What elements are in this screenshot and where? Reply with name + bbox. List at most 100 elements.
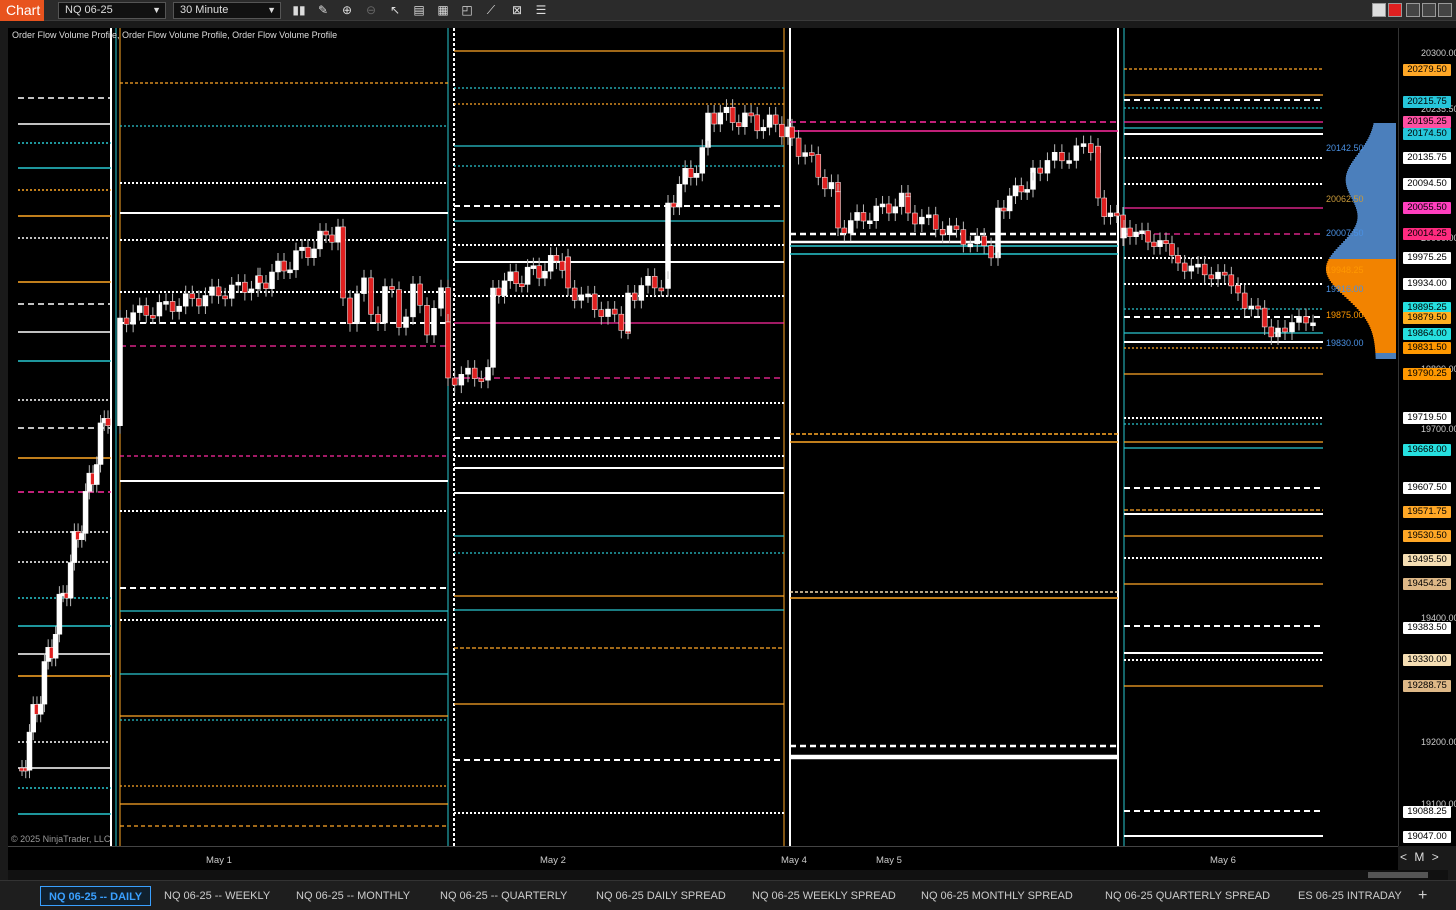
bar-type-icon[interactable]: ▮▮ xyxy=(290,2,308,19)
profile-price-label: 19875.00 xyxy=(1326,310,1364,320)
candle-body xyxy=(94,464,100,485)
candle-body xyxy=(202,295,209,307)
volume-profile-bar xyxy=(1345,181,1396,183)
add-tab-button[interactable]: + xyxy=(1418,886,1427,906)
candle-body xyxy=(1145,230,1151,243)
price-badge: 19934.00 xyxy=(1403,278,1451,290)
volume-profile-bar xyxy=(1345,239,1396,241)
candle-body xyxy=(981,235,987,246)
list-icon[interactable]: ☰ xyxy=(532,2,550,19)
candle-body xyxy=(67,562,74,599)
zoom-out-icon[interactable]: ⊖ xyxy=(362,2,380,19)
pointer-icon[interactable]: ↖ xyxy=(386,2,404,19)
scrollbar-thumb[interactable] xyxy=(1368,872,1428,878)
interval-selector[interactable]: 30 Minute ▼ xyxy=(173,2,281,19)
chart-tab[interactable]: ES 06-25 INTRADAY xyxy=(1298,886,1402,906)
chart-tab[interactable]: NQ 06-25 DAILY SPREAD xyxy=(596,886,726,906)
volume-profile-bar xyxy=(1373,123,1396,125)
candle-body xyxy=(711,112,717,125)
price-badge: 19668.00 xyxy=(1403,444,1451,456)
volume-profile-bar xyxy=(1352,161,1396,163)
volume-profile-bar xyxy=(1370,133,1396,135)
candle-body xyxy=(375,314,381,324)
zoom-mid-button[interactable]: M xyxy=(1414,850,1424,864)
volume-profile-bar xyxy=(1343,241,1396,243)
price-axis[interactable]: 20300.0020235.5020000.0019800.0019700.00… xyxy=(1398,28,1456,846)
data-box-icon[interactable]: ▤ xyxy=(410,2,428,19)
zoom-control[interactable]: < M > xyxy=(1400,850,1439,864)
volume-profile-bar xyxy=(1356,209,1396,211)
chart-tab[interactable]: NQ 06-25 WEEKLY SPREAD xyxy=(752,886,896,906)
properties-icon[interactable]: ▦ xyxy=(434,2,452,19)
candle-body xyxy=(1127,227,1133,237)
candle-body xyxy=(585,293,591,298)
volume-profile-bar xyxy=(1375,351,1396,353)
instrument-value: NQ 06-25 xyxy=(65,4,113,16)
candle-body xyxy=(638,285,645,301)
chart-tab[interactable]: NQ 06-25 -- MONTHLY xyxy=(296,886,410,906)
volume-profile-bar xyxy=(1373,339,1396,341)
tile-icon[interactable] xyxy=(1372,3,1386,17)
minimize-icon[interactable] xyxy=(1406,3,1420,17)
volume-profile-bar xyxy=(1335,249,1396,251)
instrument-selector[interactable]: NQ 06-25 ▼ xyxy=(58,2,166,19)
chevron-down-icon: ▼ xyxy=(152,5,161,15)
profile-price-label: 20062.50 xyxy=(1326,194,1364,204)
volume-profile-bar xyxy=(1331,281,1396,283)
candle-body xyxy=(625,292,631,332)
candle-body xyxy=(795,137,802,157)
price-badge: 19454.25 xyxy=(1403,578,1451,590)
horizontal-scrollbar[interactable] xyxy=(8,870,1448,880)
maximize-icon[interactable] xyxy=(1422,3,1436,17)
candle-body xyxy=(553,255,560,262)
candle-body xyxy=(1235,285,1241,294)
candle-body xyxy=(513,271,519,284)
volume-profile-bar xyxy=(1329,279,1396,281)
volume-profile-bar xyxy=(1357,213,1396,215)
price-badge: 19571.75 xyxy=(1403,506,1451,518)
chart-tab[interactable]: NQ 06-25 -- WEEKLY xyxy=(164,886,270,906)
candle-body xyxy=(772,114,779,125)
zoom-in-icon[interactable]: ⊕ xyxy=(338,2,356,19)
volume-profile-bar xyxy=(1375,349,1396,351)
candle-body xyxy=(1018,185,1025,193)
price-badge: 19383.50 xyxy=(1403,622,1451,634)
chart-plot-area[interactable]: 20142.50 20062.50 20007.50 19948.25 19916.00… xyxy=(8,28,1398,846)
candle-body xyxy=(542,270,548,279)
templates-icon[interactable]: ⊠ xyxy=(508,2,526,19)
volume-profile-bar xyxy=(1372,333,1396,335)
time-axis[interactable]: May 1 May 2 May 4 May 5 May 6 xyxy=(8,846,1398,870)
candle-body xyxy=(1195,263,1201,268)
chart-label[interactable]: Chart xyxy=(0,0,44,21)
strategies-icon[interactable]: ◰ xyxy=(458,2,476,19)
price-badge: 19975.25 xyxy=(1403,252,1451,264)
price-badge: 20279.50 xyxy=(1403,64,1451,76)
draw-icon[interactable]: ✎ xyxy=(314,2,332,19)
close-icon[interactable] xyxy=(1438,3,1452,17)
volume-profile-bar xyxy=(1347,171,1396,173)
candle-body xyxy=(939,229,946,236)
candle-body xyxy=(257,275,263,284)
link-color-icon[interactable] xyxy=(1388,3,1402,17)
candle-body xyxy=(335,226,341,243)
zoom-left-button[interactable]: < xyxy=(1400,850,1407,864)
candle-body xyxy=(995,207,1001,253)
candle-body xyxy=(779,123,785,138)
chart-tab[interactable]: NQ 06-25 -- DAILY xyxy=(40,886,152,906)
zoom-right-button[interactable]: > xyxy=(1432,850,1439,864)
indicators-icon[interactable]: ⟋ xyxy=(482,2,500,19)
candle-body xyxy=(176,305,182,312)
candle-body xyxy=(705,112,711,141)
chart-tab[interactable]: NQ 06-25 MONTHLY SPREAD xyxy=(921,886,1073,906)
chart-tab[interactable]: NQ 06-25 QUARTERLY SPREAD xyxy=(1105,886,1270,906)
price-badge: 19088.25 xyxy=(1403,806,1451,818)
candle-body xyxy=(688,168,694,178)
chart-tabs: NQ 06-25 -- DAILY NQ 06-25 -- WEEKLY NQ 06… xyxy=(0,880,1456,910)
volume-profile-bar xyxy=(1368,137,1396,139)
candle-body xyxy=(1228,274,1235,287)
candle-body xyxy=(670,202,677,208)
candle-body xyxy=(1157,240,1163,247)
volume-profile-bar xyxy=(1356,207,1396,209)
chart-tab[interactable]: NQ 06-25 -- QUARTERLY xyxy=(440,886,567,906)
profile-price-label: 20007.50 xyxy=(1326,228,1364,238)
